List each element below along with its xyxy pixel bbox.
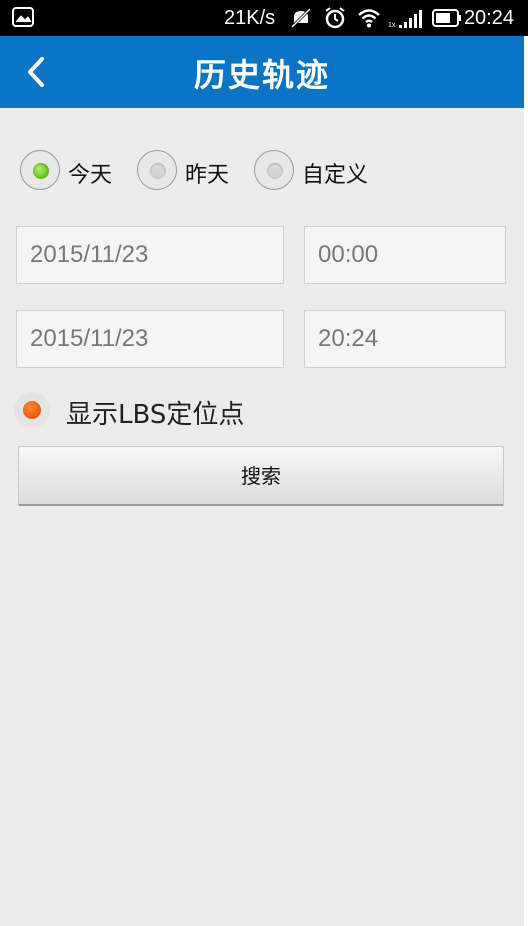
radio-circle (20, 150, 60, 190)
radio-selected-dot (33, 163, 49, 179)
battery-icon (432, 9, 461, 27)
radio-yesterday-label: 昨天 (185, 163, 230, 188)
mute-icon (290, 7, 312, 29)
notification-image-icon (12, 7, 34, 27)
alarm-icon (325, 7, 345, 29)
signal-icon: 1x (388, 10, 422, 29)
radio-custom-label: 自定义 (302, 163, 369, 188)
header-bar: 历史轨迹 (0, 36, 524, 108)
lbs-checked-dot (23, 401, 41, 419)
radio-unselected-dot (267, 163, 283, 179)
svg-text:1x: 1x (388, 22, 396, 29)
wifi-icon (358, 9, 380, 28)
lbs-toggle-label: 显示LBS定位点 (66, 400, 245, 430)
end-date-field[interactable]: 2015/11/23 (16, 310, 284, 368)
page-title: 历史轨迹 (193, 56, 330, 94)
start-date-field[interactable]: 2015/11/23 (16, 226, 284, 284)
lbs-radio-circle (14, 392, 50, 428)
radio-today-label: 今天 (68, 163, 113, 188)
end-time-field[interactable]: 20:24 (304, 310, 506, 368)
search-button[interactable]: 搜索 (18, 446, 504, 506)
network-speed: 21K/s (224, 7, 276, 29)
clock: 20:24 (463, 7, 514, 29)
status-bar: 21K/s 1x 20:24 (0, 0, 528, 36)
radio-unselected-dot (150, 163, 166, 179)
radio-circle (254, 150, 294, 190)
right-edge (524, 36, 528, 926)
radio-circle (137, 150, 177, 190)
start-time-field[interactable]: 00:00 (304, 226, 506, 284)
